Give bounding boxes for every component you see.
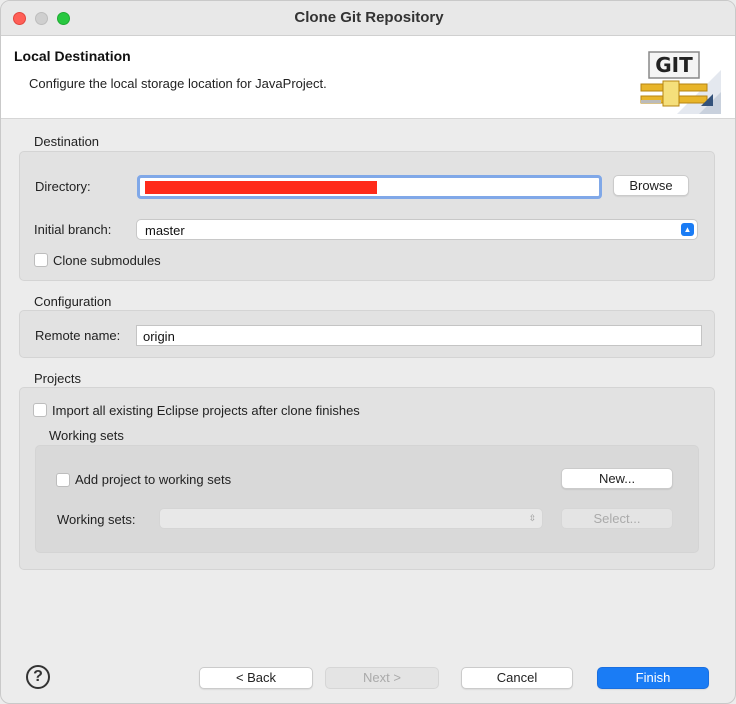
import-projects-checkbox[interactable] (33, 403, 47, 417)
destination-section-label: Destination (34, 134, 100, 149)
working-sets-select[interactable]: ⇳ (159, 508, 543, 529)
browse-button[interactable]: Browse (613, 175, 689, 196)
git-wizard-logo: GIT (640, 51, 721, 114)
page-description: Configure the local storage location for… (29, 76, 327, 91)
wizard-header: Local Destination Configure the local st… (1, 36, 735, 119)
initial-branch-select[interactable]: master ▲︎ (136, 219, 698, 240)
back-button[interactable]: < Back (199, 667, 313, 689)
clone-git-repository-window: Clone Git Repository Local Destination C… (0, 0, 736, 704)
clone-submodules-label: Clone submodules (53, 253, 161, 268)
window-title: Clone Git Repository (294, 9, 444, 26)
initial-branch-value: master (145, 223, 185, 238)
select-working-sets-button[interactable]: Select... (561, 508, 673, 529)
new-working-set-button[interactable]: New... (561, 468, 673, 489)
remote-name-input[interactable]: origin (136, 325, 702, 346)
remote-name-label: Remote name: (35, 328, 121, 343)
page-title: Local Destination (14, 48, 131, 64)
git-logo-text: GIT (655, 53, 693, 77)
finish-button[interactable]: Finish (597, 667, 709, 689)
working-sets-group (35, 445, 699, 553)
redacted-directory-path (145, 181, 377, 194)
add-to-working-sets-checkbox[interactable] (56, 473, 70, 487)
help-icon[interactable]: ? (26, 665, 50, 689)
clone-submodules-checkbox[interactable] (34, 253, 48, 267)
next-button[interactable]: Next > (325, 667, 439, 689)
add-to-working-sets-label: Add project to working sets (75, 472, 232, 487)
working-sets-group-label: Working sets (49, 428, 124, 443)
title-bar: Clone Git Repository (1, 1, 735, 36)
select-arrows-icon: ▲︎ (681, 223, 694, 236)
directory-input[interactable] (137, 175, 602, 199)
import-projects-label: Import all existing Eclipse projects aft… (52, 403, 360, 418)
initial-branch-label: Initial branch: (34, 222, 112, 237)
directory-label: Directory: (35, 179, 91, 194)
projects-section-label: Projects (34, 371, 81, 386)
cancel-button[interactable]: Cancel (461, 667, 573, 689)
select-arrows-icon: ⇳ (528, 513, 537, 523)
configuration-section-label: Configuration (34, 294, 112, 309)
working-sets-label: Working sets: (57, 512, 136, 527)
